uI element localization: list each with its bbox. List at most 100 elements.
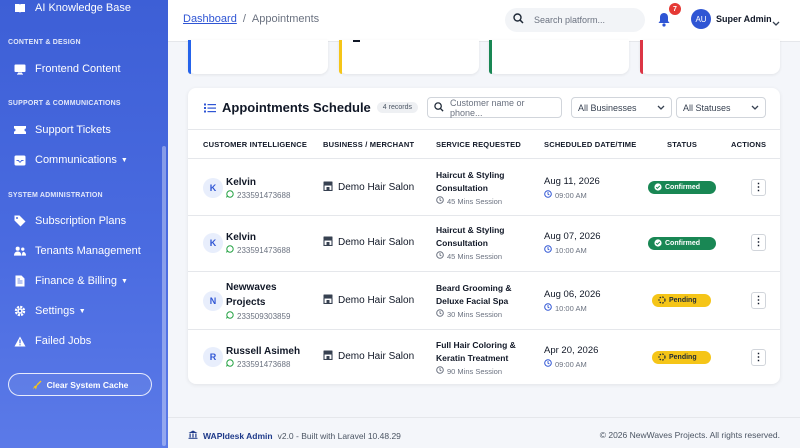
- row-actions-button[interactable]: ⋮: [751, 292, 766, 309]
- status-filter-select[interactable]: All Statuses: [676, 97, 766, 118]
- sidebar-item-subscription-plans[interactable]: Subscription Plans: [14, 210, 126, 232]
- status-badge: Confirmed: [648, 237, 716, 250]
- service-duration: 30 Mins Session: [436, 309, 502, 319]
- column-header-business[interactable]: BUSINESS / MERCHANT: [323, 140, 414, 149]
- sidebar-item-frontend-content[interactable]: Frontend Content: [14, 58, 121, 80]
- chevron-down-icon[interactable]: [772, 14, 780, 32]
- sidebar-section-support: SUPPORT & COMMUNICATIONS: [8, 100, 121, 107]
- customer-search-input[interactable]: Customer name or phone...: [427, 97, 562, 118]
- footer-brand-name: WAPIdesk Admin: [203, 430, 273, 441]
- user-name[interactable]: Super Admin: [716, 14, 772, 24]
- footer: WAPIdesk Admin v2.0 - Built with Laravel…: [168, 417, 800, 448]
- sidebar-scrollbar[interactable]: [162, 146, 166, 446]
- sidebar-section-content: CONTENT & DESIGN: [8, 39, 81, 46]
- scheduled-time: 10:00 AM: [544, 303, 587, 313]
- business-filter-select[interactable]: All Businesses: [571, 97, 672, 118]
- caret-down-icon: ▼: [78, 307, 86, 315]
- sidebar-item-label: AI Knowledge Base: [35, 2, 132, 14]
- breadcrumb: Dashboard / Appointments: [183, 13, 319, 25]
- sidebar-item-label: Tenants Management: [35, 245, 141, 257]
- user-avatar[interactable]: AU: [691, 9, 711, 29]
- row-actions-button[interactable]: ⋮: [751, 234, 766, 251]
- sidebar-item-communications[interactable]: Communications ▼: [14, 149, 128, 171]
- table-row[interactable]: R Russell Asimeh 233591473688 Demo Hair …: [188, 330, 780, 384]
- invoice-icon: [14, 275, 26, 287]
- check-circle-icon: [654, 238, 662, 249]
- store-icon: [323, 236, 333, 249]
- business-filter-value: All Businesses: [578, 102, 637, 113]
- notification-count-badge: 7: [669, 3, 681, 15]
- sidebar-item-finance-billing[interactable]: Finance & Billing ▼: [14, 270, 128, 292]
- customer-name: Newwaves Projects: [226, 282, 277, 308]
- business-name: Demo Hair Salon: [323, 294, 414, 307]
- stat-card: [489, 40, 629, 74]
- sidebar-item-label: Frontend Content: [35, 63, 121, 75]
- clock-icon: [544, 359, 552, 369]
- status-badge: Pending: [652, 351, 711, 364]
- table-row[interactable]: K Kelvin 233591473688 Demo Hair Salon Ha…: [188, 160, 780, 216]
- scheduled-date: Aug 11, 2026: [544, 176, 600, 187]
- stat-card: [188, 40, 328, 74]
- sidebar-item-label: Failed Jobs: [35, 335, 92, 347]
- clock-icon: [436, 196, 444, 206]
- warning-icon: [14, 335, 26, 347]
- breadcrumb-dashboard-link[interactable]: Dashboard: [183, 13, 237, 25]
- appointments-card: Appointments Schedule 4 records Customer…: [188, 88, 780, 384]
- breadcrumb-current: Appointments: [251, 13, 320, 25]
- sidebar-item-label: Finance & Billing: [35, 275, 117, 287]
- scheduled-time: 09:00 AM: [544, 359, 587, 369]
- service-name: Haircut & Styling Consultation: [436, 170, 505, 193]
- table-row[interactable]: N Newwaves Projects 233509303859 Demo Hai…: [188, 272, 780, 330]
- whatsapp-icon: [226, 190, 234, 200]
- check-circle-icon: [654, 182, 662, 193]
- sidebar-item-failed-jobs[interactable]: Failed Jobs: [14, 330, 91, 352]
- service-name: Haircut & Styling Consultation: [436, 225, 505, 248]
- topbar: Dashboard / Appointments Search platform…: [168, 0, 800, 42]
- business-name: Demo Hair Salon: [323, 236, 414, 249]
- scheduled-time: 09:00 AM: [544, 190, 587, 200]
- inbox-icon: [14, 154, 26, 166]
- sidebar-item-ai-knowledge-base[interactable]: AI Knowledge Base: [14, 0, 131, 19]
- sidebar-item-support-tickets[interactable]: Support Tickets: [14, 119, 111, 141]
- search-icon: [434, 101, 444, 114]
- customer-phone: 233591473688: [226, 245, 290, 255]
- ticket-icon: [14, 124, 26, 136]
- column-header-service[interactable]: SERVICE REQUESTED: [436, 140, 521, 149]
- row-actions-button[interactable]: ⋮: [751, 349, 766, 366]
- caret-down-icon: ▼: [120, 156, 128, 164]
- clear-cache-label: Clear System Cache: [46, 379, 129, 390]
- sidebar-item-label: Support Tickets: [35, 124, 111, 136]
- business-name: Demo Hair Salon: [323, 350, 414, 363]
- clock-icon: [544, 190, 552, 200]
- table-header: CUSTOMER INTELLIGENCE BUSINESS / MERCHAN…: [188, 129, 780, 159]
- customer-phone: 233591473688: [226, 190, 290, 200]
- column-header-status[interactable]: STATUS: [667, 140, 697, 149]
- footer-brand: WAPIdesk Admin v2.0 - Built with Laravel…: [188, 430, 401, 441]
- column-header-date[interactable]: SCHEDULED DATE/TIME: [544, 140, 636, 149]
- clear-cache-button[interactable]: Clear System Cache: [8, 373, 152, 396]
- notifications-bell-icon[interactable]: [657, 12, 673, 28]
- whatsapp-icon: [226, 311, 234, 321]
- sidebar-item-settings[interactable]: Settings ▼: [14, 300, 86, 322]
- sidebar-section-system: SYSTEM ADMINISTRATION: [8, 192, 103, 199]
- monitor-icon: [14, 63, 26, 75]
- sidebar-item-tenants-management[interactable]: Tenants Management: [14, 240, 141, 262]
- footer-copyright: © 2026 NewWaves Projects. All rights res…: [599, 430, 780, 440]
- stat-card-accent: [489, 40, 492, 74]
- row-actions-button[interactable]: ⋮: [751, 179, 766, 196]
- spinner-icon: [658, 352, 666, 363]
- customer-avatar: K: [203, 233, 223, 253]
- table-row[interactable]: K Kelvin 233591473688 Demo Hair Salon Ha…: [188, 216, 780, 272]
- service-name: Full Hair Coloring & Keratin Treatment: [436, 340, 516, 363]
- caret-down-icon: ▼: [120, 277, 128, 285]
- business-name: Demo Hair Salon: [323, 181, 414, 194]
- breadcrumb-separator: /: [242, 13, 246, 25]
- customer-name: Kelvin: [226, 177, 257, 188]
- column-header-customer[interactable]: CUSTOMER INTELLIGENCE: [203, 140, 307, 149]
- platform-search-input[interactable]: Search platform...: [505, 8, 645, 32]
- spinner-icon: [658, 295, 666, 306]
- customer-avatar: K: [203, 178, 223, 198]
- scheduled-date: Apr 20, 2026: [544, 345, 599, 356]
- stat-card-accent: [188, 40, 191, 74]
- status-badge: Pending: [652, 294, 711, 307]
